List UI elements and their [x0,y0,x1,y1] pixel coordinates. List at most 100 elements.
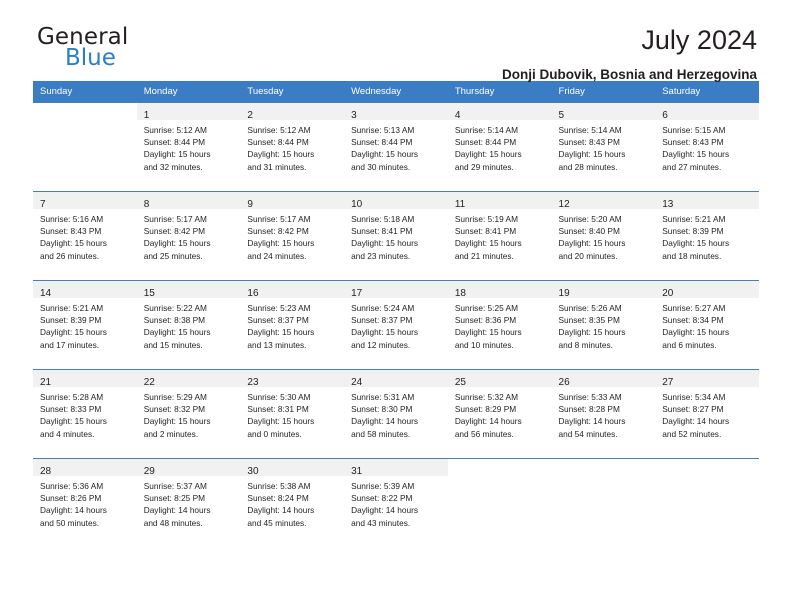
calendar-cell: 14 Sunrise: 5:21 AM Sunset: 8:39 PM Dayligh… [33,280,137,369]
day-details: Sunrise: 5:37 AM Sunset: 8:25 PM Daylight:… [137,476,241,529]
day-details: Sunrise: 5:19 AM Sunset: 8:41 PM Daylight:… [448,209,552,262]
day-number-bar: 19 [551,281,656,299]
sunrise-text: Sunrise: 5:16 AM [40,214,104,224]
calendar-day-cell[interactable]: 30 Sunrise: 5:38 AM Sunset: 8:24 PM Dayligh… [240,458,345,547]
sunrise-text: Sunrise: 5:20 AM [558,214,622,224]
day-number: 17 [351,288,363,299]
day-number-bar: 28 [33,459,137,477]
daylight-text-line2: and 27 minutes. [662,161,722,172]
calendar-day-cell[interactable]: 13 Sunrise: 5:21 AM Sunset: 8:39 PM Dayligh… [655,191,759,280]
calendar-cell: 27 Sunrise: 5:34 AM Sunset: 8:27 PM Dayligh… [655,369,759,458]
day-number-bar: 16 [240,281,345,299]
calendar-empty-cell [33,102,137,191]
calendar-cell: 16 Sunrise: 5:23 AM Sunset: 8:37 PM Dayligh… [240,280,345,369]
calendar-day-cell[interactable]: 7 Sunrise: 5:16 AM Sunset: 8:43 PM Daylight… [33,191,137,280]
calendar-day-cell[interactable]: 17 Sunrise: 5:24 AM Sunset: 8:37 PM Dayligh… [344,280,448,369]
calendar-day-cell[interactable]: 12 Sunrise: 5:20 AM Sunset: 8:40 PM Dayligh… [551,191,656,280]
calendar-day-cell[interactable]: 2 Sunrise: 5:12 AM Sunset: 8:44 PM Daylight… [240,102,345,191]
day-number-bar: 7 [33,192,137,210]
daylight-text-line1: Daylight: 15 hours [454,327,522,338]
calendar-day-cell[interactable]: 29 Sunrise: 5:37 AM Sunset: 8:25 PM Dayligh… [136,458,241,547]
calendar-day-cell[interactable]: 31 Sunrise: 5:39 AM Sunset: 8:22 PM Dayligh… [344,458,448,547]
calendar-day-cell[interactable]: 19 Sunrise: 5:26 AM Sunset: 8:35 PM Dayligh… [551,280,656,369]
calendar-cell: 31 Sunrise: 5:39 AM Sunset: 8:22 PM Dayligh… [344,458,448,547]
sunset-text: Sunset: 8:34 PM [662,315,724,326]
calendar-day-cell[interactable]: 20 Sunrise: 5:27 AM Sunset: 8:34 PM Dayligh… [655,280,759,369]
daylight-text-line2: and 29 minutes. [454,161,514,172]
daylight-text-line2: and 32 minutes. [143,161,203,172]
calendar-day-cell[interactable]: 26 Sunrise: 5:33 AM Sunset: 8:28 PM Dayligh… [551,369,656,458]
sunset-text: Sunset: 8:43 PM [40,226,102,237]
calendar-day-cell[interactable]: 10 Sunrise: 5:18 AM Sunset: 8:41 PM Dayligh… [344,191,448,280]
calendar-day-cell[interactable]: 23 Sunrise: 5:30 AM Sunset: 8:31 PM Dayligh… [240,369,345,458]
daylight-text-line1: Daylight: 15 hours [40,238,107,249]
calendar-day-cell[interactable]: 1 Sunrise: 5:12 AM Sunset: 8:44 PM Daylight… [136,102,241,191]
weekday-header-thursday: Thursday [447,81,552,102]
day-details: Sunrise: 5:14 AM Sunset: 8:43 PM Daylight:… [552,120,656,173]
calendar-day-cell[interactable]: 3 Sunrise: 5:13 AM Sunset: 8:44 PM Daylight… [344,102,448,191]
calendar-day-cell[interactable]: 16 Sunrise: 5:23 AM Sunset: 8:37 PM Dayligh… [240,280,345,369]
calendar-day-cell[interactable]: 5 Sunrise: 5:14 AM Sunset: 8:43 PM Daylight… [551,102,656,191]
daylight-text-line1: Daylight: 15 hours [143,149,211,160]
day-number-bar: 15 [136,281,241,299]
day-details: Sunrise: 5:12 AM Sunset: 8:44 PM Daylight:… [240,120,344,173]
day-details: Sunrise: 5:15 AM Sunset: 8:43 PM Daylight:… [655,120,759,173]
day-number: 22 [143,377,155,388]
day-number: 14 [40,288,52,299]
day-number-bar [552,459,656,476]
calendar-cell: 15 Sunrise: 5:22 AM Sunset: 8:38 PM Dayligh… [136,280,241,369]
day-number: 4 [454,110,461,121]
day-number: 20 [662,288,674,299]
daylight-text-line2: and 45 minutes. [247,517,307,528]
calendar-day-cell[interactable]: 24 Sunrise: 5:31 AM Sunset: 8:30 PM Dayligh… [344,369,448,458]
sunrise-text: Sunrise: 5:26 AM [558,303,622,313]
day-details: Sunrise: 5:17 AM Sunset: 8:42 PM Daylight:… [240,209,344,262]
calendar-cell: 1 Sunrise: 5:12 AM Sunset: 8:44 PM Daylight… [136,102,241,191]
day-number-bar: 11 [447,192,552,210]
day-details: Sunrise: 5:32 AM Sunset: 8:29 PM Daylight:… [448,387,552,440]
day-number-bar: 12 [551,192,656,210]
day-details: Sunrise: 5:21 AM Sunset: 8:39 PM Daylight:… [655,209,759,262]
calendar-day-cell[interactable]: 15 Sunrise: 5:22 AM Sunset: 8:38 PM Dayligh… [136,280,241,369]
daylight-text-line1: Daylight: 15 hours [143,238,211,249]
day-details: Sunrise: 5:30 AM Sunset: 8:31 PM Daylight:… [240,387,344,440]
sunrise-text: Sunrise: 5:36 AM [40,481,104,491]
sunset-text: Sunset: 8:42 PM [143,226,206,237]
calendar-day-cell[interactable]: 21 Sunrise: 5:28 AM Sunset: 8:33 PM Dayligh… [33,369,137,458]
location-subtitle: Donji Dubovik, Bosnia and Herzegovina [501,67,757,83]
calendar-day-cell[interactable]: 8 Sunrise: 5:17 AM Sunset: 8:42 PM Daylight… [136,191,241,280]
calendar-day-cell[interactable]: 25 Sunrise: 5:32 AM Sunset: 8:29 PM Dayligh… [447,369,552,458]
day-details: Sunrise: 5:14 AM Sunset: 8:44 PM Daylight:… [448,120,552,173]
calendar-day-cell[interactable]: 22 Sunrise: 5:29 AM Sunset: 8:32 PM Dayligh… [136,369,241,458]
calendar-day-cell[interactable]: 9 Sunrise: 5:17 AM Sunset: 8:42 PM Daylight… [240,191,345,280]
calendar-empty-cell [447,458,552,547]
general-blue-logo[interactable]: General Blue [33,26,128,70]
sunrise-text: Sunrise: 5:18 AM [351,214,415,224]
sunset-text: Sunset: 8:44 PM [143,137,206,148]
weekday-header-saturday: Saturday [655,81,759,102]
sunrise-text: Sunrise: 5:17 AM [143,214,207,224]
day-details: Sunrise: 5:23 AM Sunset: 8:37 PM Daylight:… [240,298,344,351]
day-number: 28 [40,466,52,477]
calendar-day-cell[interactable]: 6 Sunrise: 5:15 AM Sunset: 8:43 PM Daylight… [655,102,759,191]
daylight-text-line2: and 56 minutes. [454,428,514,439]
calendar-day-cell[interactable]: 11 Sunrise: 5:19 AM Sunset: 8:41 PM Dayligh… [447,191,552,280]
daylight-text-line2: and 17 minutes. [40,339,100,350]
calendar-cell: 25 Sunrise: 5:32 AM Sunset: 8:29 PM Dayligh… [447,369,552,458]
daylight-text-line2: and 0 minutes. [247,428,302,439]
day-number-bar: 10 [344,192,448,210]
calendar-day-cell[interactable]: 18 Sunrise: 5:25 AM Sunset: 8:36 PM Dayligh… [447,280,552,369]
calendar-day-cell[interactable]: 4 Sunrise: 5:14 AM Sunset: 8:44 PM Daylight… [447,102,552,191]
day-number-bar: 22 [136,370,241,388]
day-number-bar: 4 [447,103,552,121]
calendar-day-cell[interactable]: 14 Sunrise: 5:21 AM Sunset: 8:39 PM Dayligh… [33,280,137,369]
calendar-cell: 13 Sunrise: 5:21 AM Sunset: 8:39 PM Dayligh… [655,191,759,280]
day-details: Sunrise: 5:31 AM Sunset: 8:30 PM Daylight:… [344,387,448,440]
day-number: 30 [247,466,259,477]
weekday-header-wednesday: Wednesday [344,81,448,102]
day-number: 2 [247,110,253,121]
day-number: 21 [40,377,52,388]
calendar-day-cell[interactable]: 28 Sunrise: 5:36 AM Sunset: 8:26 PM Dayligh… [33,458,137,547]
calendar-day-cell[interactable]: 27 Sunrise: 5:34 AM Sunset: 8:27 PM Dayligh… [655,369,759,458]
daylight-text-line1: Daylight: 15 hours [247,327,315,338]
